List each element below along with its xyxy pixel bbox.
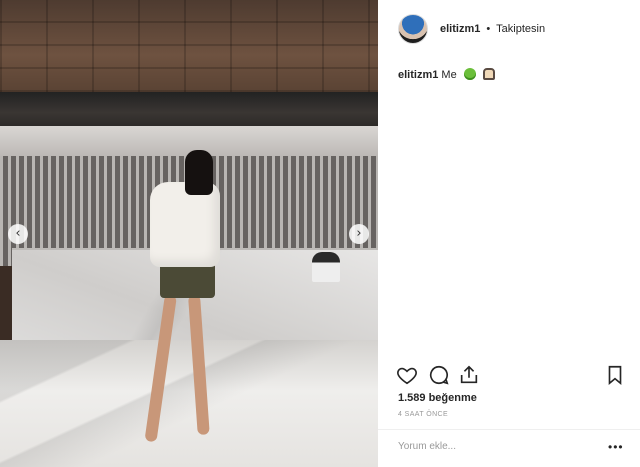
avatar[interactable] <box>398 14 428 44</box>
follow-status[interactable]: Takiptesin <box>496 23 545 35</box>
more-options-icon[interactable]: ••• <box>608 440 624 454</box>
share-icon[interactable] <box>458 364 480 386</box>
post-actions <box>396 364 626 386</box>
caption-username[interactable]: elitizm1 <box>398 69 438 81</box>
bookmark-icon[interactable] <box>604 364 626 386</box>
post-header: elitizm1 • Takiptesin <box>378 0 640 58</box>
caption-text: Me <box>441 69 457 81</box>
photo-ceiling <box>0 0 378 92</box>
post-side-panel: elitizm1 • Takiptesin elitizm1 Me 1.589 … <box>378 0 640 467</box>
comment-input[interactable]: Yorum ekle... <box>398 441 456 452</box>
photo-background-person <box>312 252 340 282</box>
heart-icon[interactable] <box>396 364 418 386</box>
photo-woman <box>144 150 230 450</box>
photo-beam <box>0 92 378 126</box>
header-username[interactable]: elitizm1 <box>440 23 480 35</box>
post-timestamp[interactable]: 4 SAAT ÖNCE <box>398 411 448 418</box>
header-text: elitizm1 • Takiptesin <box>440 23 545 35</box>
comment-icon[interactable] <box>428 364 450 386</box>
post-photo[interactable]: ‹ › <box>0 0 378 467</box>
chevron-right-icon[interactable]: › <box>349 224 369 244</box>
chevron-left-icon[interactable]: ‹ <box>8 224 28 244</box>
money-face-emoji-icon <box>463 68 476 80</box>
like-count[interactable]: 1.589 beğenme <box>398 392 477 404</box>
woman-emoji-icon <box>482 68 495 80</box>
post-caption: elitizm1 Me <box>398 68 495 81</box>
header-separator: • <box>486 23 491 35</box>
divider <box>378 429 640 430</box>
